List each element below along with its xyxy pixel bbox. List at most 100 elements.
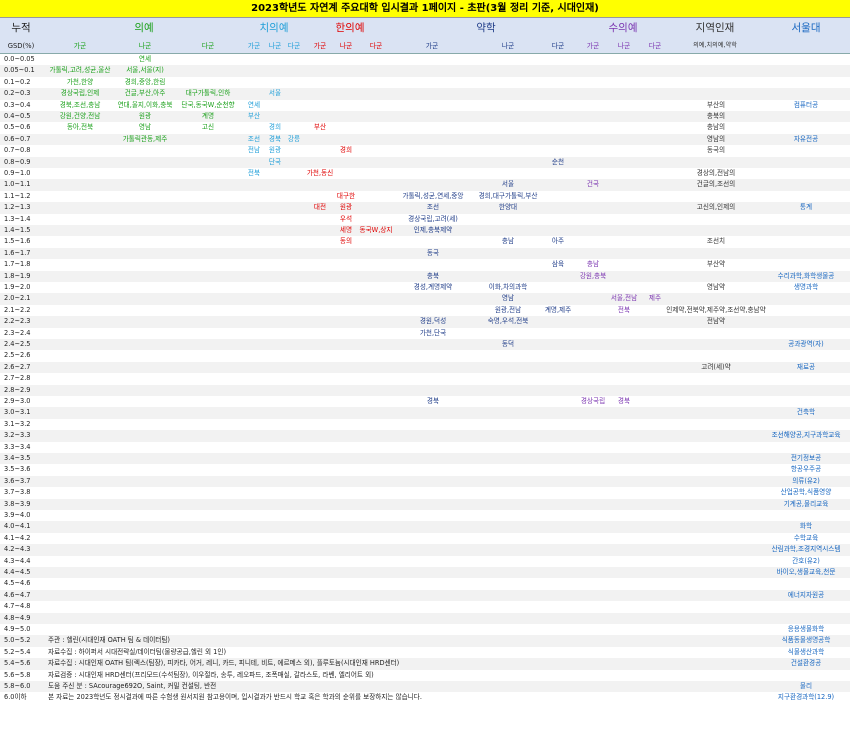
table-cell: 컴퓨터공 <box>793 100 819 109</box>
row-range-label: 4.1~4.2 <box>4 533 31 542</box>
table-cell: 기계공,물리교육 <box>783 499 829 508</box>
row-range-label: 2.6~2.7 <box>4 362 31 371</box>
sub-regional: 의예,치의예,약학 <box>693 42 737 49</box>
table-row: 4.3~4.4 간호(유2) <box>0 556 850 567</box>
table-cell: 화학 <box>799 522 813 531</box>
row-range-label: 1.1~1.2 <box>4 191 31 200</box>
table-row: 1.6~1.7 동국 <box>0 247 850 260</box>
table-cell: 서울,서울(지) <box>126 66 164 75</box>
row-range-label: 1.5~1.6 <box>4 237 31 246</box>
table-row: 4.7~4.8 <box>0 601 850 612</box>
table-cell: 계명 <box>201 112 215 120</box>
table-cell: 고신 <box>201 123 215 132</box>
table-cell: 원광 <box>138 112 152 120</box>
table-cell: 경희 <box>339 146 353 155</box>
table-cell: 전북 <box>617 305 631 314</box>
table-row: 2.9~3.0 경북 경상국립 경북 <box>0 396 850 407</box>
footnote: 자료수집 : 하이퍼서 시대전략실/데이터팀(물량공급,헬린 외 1인) <box>48 647 227 656</box>
row-range-label: 0.8~0.9 <box>4 157 31 166</box>
table-cell: 가천,동신 <box>306 169 334 177</box>
row-range-label: 2.8~2.9 <box>4 385 31 394</box>
group-medicine: 의예 <box>134 22 154 34</box>
table-row: 4.2~4.3 산림과학,조경지역시스템 <box>0 544 850 556</box>
row-range-label: 3.6~3.7 <box>4 476 31 485</box>
table-row: 4.9~5.0 응용생물화학 <box>0 624 850 635</box>
header-group-row: 누적 의예 치의예 한의예 약학 수의예 지역인재 서울대 <box>0 18 850 38</box>
table-cell: 동덕 <box>501 340 515 348</box>
group-pharmacy: 약학 <box>476 22 496 34</box>
footnote: 주관 : 헬린(시대인재 OATH 팀 & 데이터팀) <box>48 636 171 645</box>
row-range-label: 4.6~4.7 <box>4 590 31 599</box>
table-cell: 대구한 <box>336 191 356 200</box>
table-cell: 한양대 <box>498 203 518 212</box>
row-range-label: 5.4~5.6 <box>4 659 31 668</box>
row-range-label: 0.0~0.05 <box>4 55 35 63</box>
table-row: 0.2~0.3 경상국립,인제 건글,부산,아주 대구가톨릭,인하 서울 <box>0 88 850 100</box>
table-row: 1.1~1.2 대구한 가톨릭,성균,연세,중앙 경희,대구가톨릭,부산 <box>0 191 850 202</box>
table-row: 3.8~3.9 기계공,물리교육 <box>0 498 850 510</box>
sub-medicine-na: 나군 <box>138 42 152 50</box>
row-range-label: 1.3~1.4 <box>4 214 31 223</box>
table-cell: 영남 <box>501 294 515 303</box>
table-cell: 경희,대구가톨릭,부산 <box>478 191 538 200</box>
table-cell: 부산 <box>313 123 327 132</box>
table-row: 0.3~0.4 경북,조선,충남 연대,울지,이화,충북 단국,동국W,순천향 연세 부산… <box>0 100 850 111</box>
table-row: 1.2~1.3 대전 원광 조선 한양대 고신의,인제의 통계 <box>0 202 850 214</box>
row-range-label: 4.4~4.5 <box>4 568 31 576</box>
sub-medicine-ga: 가군 <box>73 42 87 50</box>
table-cell: 동국W,상지 <box>359 226 393 234</box>
table-cell: 대구가톨릭,인하 <box>185 89 231 98</box>
table-row: 1.7~1.8 삼육 충남 부산약 <box>0 259 850 270</box>
table-cell: 순천 <box>551 157 565 166</box>
row-range-label: 3.9~4.0 <box>4 511 31 519</box>
row-range-label: 4.2~4.3 <box>4 545 31 554</box>
row-range-label: 5.2~5.4 <box>4 647 31 656</box>
sub-oriental-da: 다군 <box>369 42 383 50</box>
table-row: 2.3~2.4 가천,단국 <box>0 328 850 339</box>
table-row: 2.1~2.2 원광,전남 계명,제주 전북 인제약,전북약,제주약,조선약,충남약 <box>0 305 850 316</box>
table-cell: 경북,조선,충남 <box>59 100 101 109</box>
footnote: 자료검증 : 시대인재 HRD센터(프리모드(수석팀장), 이우절라, 송투, … <box>48 670 374 679</box>
header-sub-row: GSD(%) 가군 나군 다군 가군 나군 다군 가군 나군 다군 가군 나군 … <box>0 38 850 54</box>
row-range-label: 1.9~2.0 <box>4 283 31 291</box>
row-range-label: 3.3~3.4 <box>4 442 31 451</box>
table-cell: 연세 <box>247 100 261 109</box>
table-cell: 수학교육 <box>793 533 819 542</box>
row-range-label: 0.1~0.2 <box>4 77 31 86</box>
table-cell: 에너지자원공 <box>787 590 825 599</box>
row-range-label: 2.2~2.3 <box>4 317 31 326</box>
table-row: 3.2~3.3 조선해양공,지구과학교육 <box>0 430 850 442</box>
row-range-label: 3.1~3.2 <box>4 419 31 428</box>
table-cell: 부산약 <box>706 260 726 269</box>
row-range-label: 3.2~3.3 <box>4 431 31 440</box>
table-cell: 경상국립,고려(세) <box>408 214 458 223</box>
table-row: 0.6~0.7 가톨릭관동,제주 조선 경북 강릉 영남의 자유전공 <box>0 133 850 146</box>
row-range-label: 2.4~2.5 <box>4 340 31 348</box>
table-cell: 충남의 <box>706 123 726 132</box>
table-row: 0.4~0.5 강원,건양,전남 원광 계명 부산 충북의 <box>0 111 850 123</box>
row-range-label: 2.5~2.6 <box>4 351 31 360</box>
table-cell: 응용생물화학 <box>787 625 825 633</box>
table-cell: 지구환경과학(12.9) <box>777 693 835 702</box>
table-cell: 가톨릭관동,제주 <box>122 134 168 143</box>
table-row: 3.1~3.2 <box>0 419 850 430</box>
table-cell: 단국,동국W,순천향 <box>181 100 235 109</box>
footnote: 본 자료는 2023학년도 정시결과에 따른 수험생 원서지원 참고용이며, 입… <box>48 693 422 702</box>
row-range-label: 3.0~3.1 <box>4 408 31 417</box>
row-range-label: 2.1~2.2 <box>4 305 31 314</box>
table-cell: 생명과학 <box>793 283 819 291</box>
table-cell: 충남 <box>501 237 515 246</box>
table-row: 1.0~1.1 서울 건국 건글의,조선의 <box>0 179 850 191</box>
table-cell: 경상국립 <box>580 397 606 405</box>
table-row: 3.7~3.8 산업공학,식품영양 <box>0 487 850 498</box>
table-row: 1.8~1.9 충북 강원,충북 수리과학,화학생물공 <box>0 270 850 282</box>
table-cell: 가천,한양 <box>66 77 94 86</box>
table-cell: 영남 <box>138 123 152 132</box>
table-row: 2.5~2.6 <box>0 350 850 361</box>
row-range-label: 4.3~4.4 <box>4 556 31 565</box>
row-range-label: 0.3~0.4 <box>4 100 31 109</box>
table-cell: 인제,충북제약 <box>413 226 453 234</box>
table-cell: 경상의,전남의 <box>696 169 736 177</box>
row-range-label: 2.9~3.0 <box>4 397 31 405</box>
sub-veterinary-ga: 가군 <box>586 42 600 50</box>
